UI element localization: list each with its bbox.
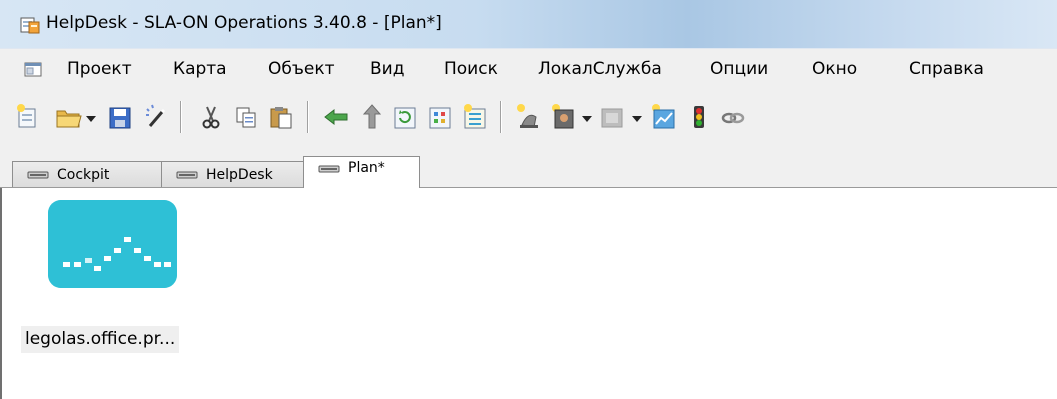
tab-icon	[318, 165, 340, 173]
back-arrow-icon[interactable]	[322, 101, 350, 131]
menu-item-options[interactable]: Опции	[710, 59, 768, 79]
gray-window-icon[interactable]	[598, 101, 626, 131]
new-icon[interactable]	[14, 101, 42, 131]
save-icon[interactable]	[106, 101, 134, 131]
document-tabs: Cockpit HelpDesk Plan*	[0, 152, 1057, 188]
plan-canvas[interactable]: legolas.office.pr...	[0, 188, 1057, 399]
grid-highlight-icon[interactable]	[461, 101, 489, 131]
toolbar-separator	[180, 101, 182, 133]
grid-select-icon[interactable]	[426, 101, 454, 131]
menu-item-help[interactable]: Справка	[909, 59, 984, 79]
window-dropdown-caret[interactable]	[632, 116, 642, 122]
title-bar: HelpDesk - SLA-ON Operations 3.40.8 - [P…	[0, 0, 1057, 48]
menu-item-project[interactable]: Проект	[67, 59, 132, 79]
tab-label: HelpDesk	[206, 167, 273, 183]
copy-icon[interactable]	[232, 101, 260, 131]
menu-item-object[interactable]: Объект	[268, 59, 335, 79]
device-dropdown-caret[interactable]	[582, 116, 592, 122]
new-agent-icon[interactable]	[514, 101, 542, 131]
paste-icon[interactable]	[267, 101, 295, 131]
helpdesk-app-icon	[20, 17, 40, 34]
traffic-light-icon[interactable]	[685, 101, 713, 131]
menu-item-map[interactable]: Карта	[173, 59, 227, 79]
node-label[interactable]: legolas.office.pr...	[21, 326, 180, 353]
tab-label: Plan*	[348, 160, 385, 176]
up-arrow-icon[interactable]	[358, 101, 386, 131]
menu-item-localservice[interactable]: ЛокалСлужба	[538, 59, 662, 79]
tab-plan[interactable]: Plan*	[303, 156, 420, 188]
new-device-icon[interactable]	[549, 101, 577, 131]
tab-icon	[27, 171, 49, 179]
toolbar-separator	[307, 101, 309, 133]
open-folder-icon[interactable]	[54, 101, 82, 131]
menu-bar: Проект Карта Объект Вид Поиск ЛокалСлужб…	[0, 48, 1057, 88]
magic-wand-icon[interactable]	[142, 101, 170, 131]
link-icon[interactable]	[719, 101, 747, 131]
toolbar-separator	[500, 101, 502, 133]
menu-item-view[interactable]: Вид	[370, 59, 404, 79]
window-title: HelpDesk - SLA-ON Operations 3.40.8 - [P…	[46, 13, 442, 33]
tab-helpdesk[interactable]: HelpDesk	[161, 161, 304, 187]
toolbar	[0, 88, 1057, 152]
cut-icon[interactable]	[197, 101, 225, 131]
refresh-icon[interactable]	[391, 101, 419, 131]
tab-label: Cockpit	[57, 167, 110, 183]
tab-icon	[176, 171, 198, 179]
chart-icon[interactable]	[649, 101, 677, 131]
menu-item-search[interactable]: Поиск	[444, 59, 498, 79]
open-dropdown-caret[interactable]	[86, 116, 96, 122]
menu-item-window[interactable]: Окно	[812, 59, 857, 79]
tab-cockpit[interactable]: Cockpit	[12, 161, 162, 187]
system-menu-icon[interactable]	[24, 62, 42, 77]
network-status-icon[interactable]	[48, 200, 177, 288]
